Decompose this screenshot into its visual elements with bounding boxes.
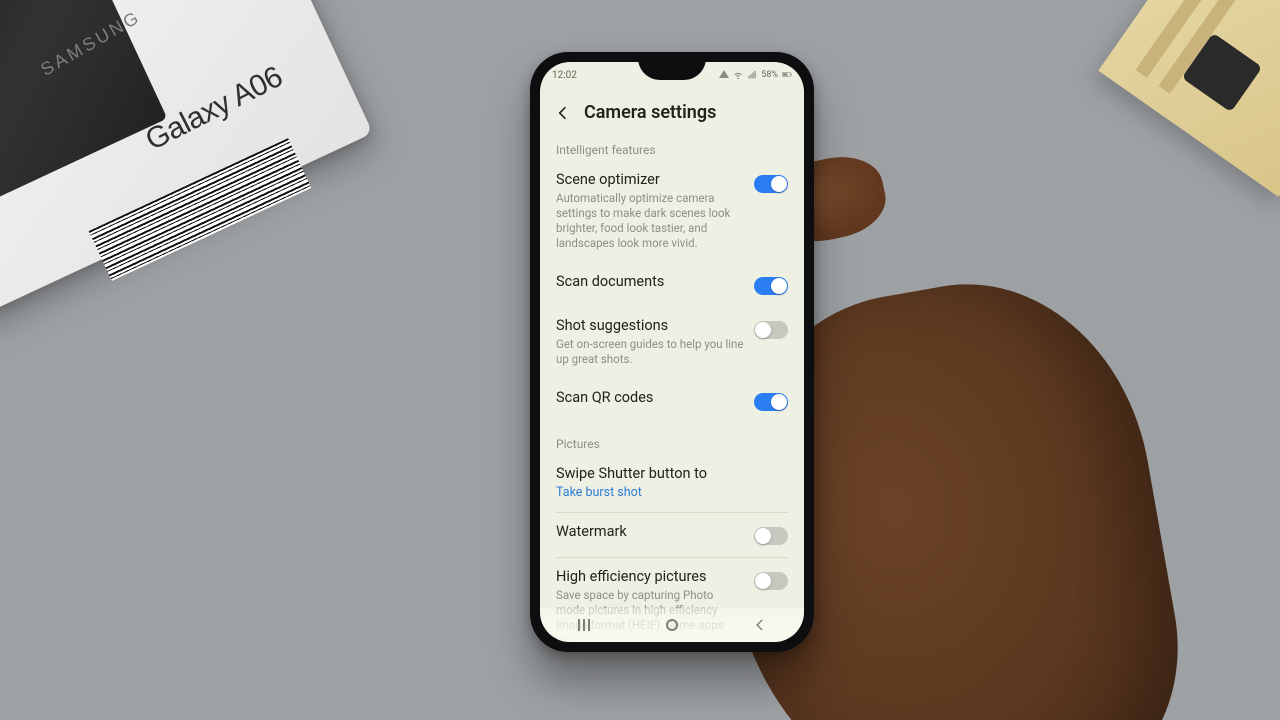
row-scene-optimizer[interactable]: Scene optimizer Automatically optimize c… (540, 161, 804, 263)
back-button[interactable] (554, 104, 572, 122)
wooden-object (1098, 0, 1280, 197)
toggle-watermark[interactable] (754, 527, 788, 545)
toggle-scan-qr[interactable] (754, 393, 788, 411)
nav-home[interactable] (662, 615, 682, 635)
row-scan-qr[interactable]: Scan QR codes (540, 379, 804, 423)
chevron-left-icon (555, 105, 571, 121)
row-watermark[interactable]: Watermark (540, 513, 804, 557)
nav-recents[interactable] (574, 615, 594, 635)
phone-screen: 12:02 58% Camera settings Intell (540, 62, 804, 642)
section-pictures: Pictures (540, 423, 804, 455)
row-scan-documents[interactable]: Scan documents (540, 263, 804, 307)
product-box (0, 0, 373, 319)
toggle-shot-suggestions[interactable] (754, 321, 788, 339)
section-intelligent: Intelligent features (540, 137, 804, 161)
row-link: Take burst shot (556, 485, 788, 500)
phone-frame: 12:02 58% Camera settings Intell (530, 52, 814, 652)
row-title: High efficiency pictures (556, 568, 744, 586)
row-title: Swipe Shutter button to (556, 465, 788, 483)
toggle-heif[interactable] (754, 572, 788, 590)
status-time: 12:02 (552, 70, 577, 81)
row-title: Scan documents (556, 273, 744, 291)
page-header: Camera settings (540, 84, 804, 137)
row-title: Scan QR codes (556, 389, 744, 407)
toggle-scene-optimizer[interactable] (754, 175, 788, 193)
page-title: Camera settings (584, 102, 716, 123)
wifi-icon (733, 70, 743, 80)
toggle-scan-documents[interactable] (754, 277, 788, 295)
row-swipe-shutter[interactable]: Swipe Shutter button to Take burst shot (540, 455, 804, 512)
nav-bar (540, 608, 804, 642)
chevron-left-icon (753, 618, 767, 632)
row-title: Scene optimizer (556, 171, 744, 189)
row-desc: Get on-screen guides to help you line up… (556, 337, 744, 367)
row-shot-suggestions[interactable]: Shot suggestions Get on-screen guides to… (540, 307, 804, 379)
signal-icon (747, 70, 757, 80)
row-desc: Automatically optimize camera settings t… (556, 191, 744, 251)
status-battery: 58% (761, 70, 778, 80)
row-title: Watermark (556, 523, 744, 541)
battery-icon (782, 70, 792, 80)
mute-icon (719, 70, 729, 80)
row-title: Shot suggestions (556, 317, 744, 335)
nav-back[interactable] (750, 615, 770, 635)
